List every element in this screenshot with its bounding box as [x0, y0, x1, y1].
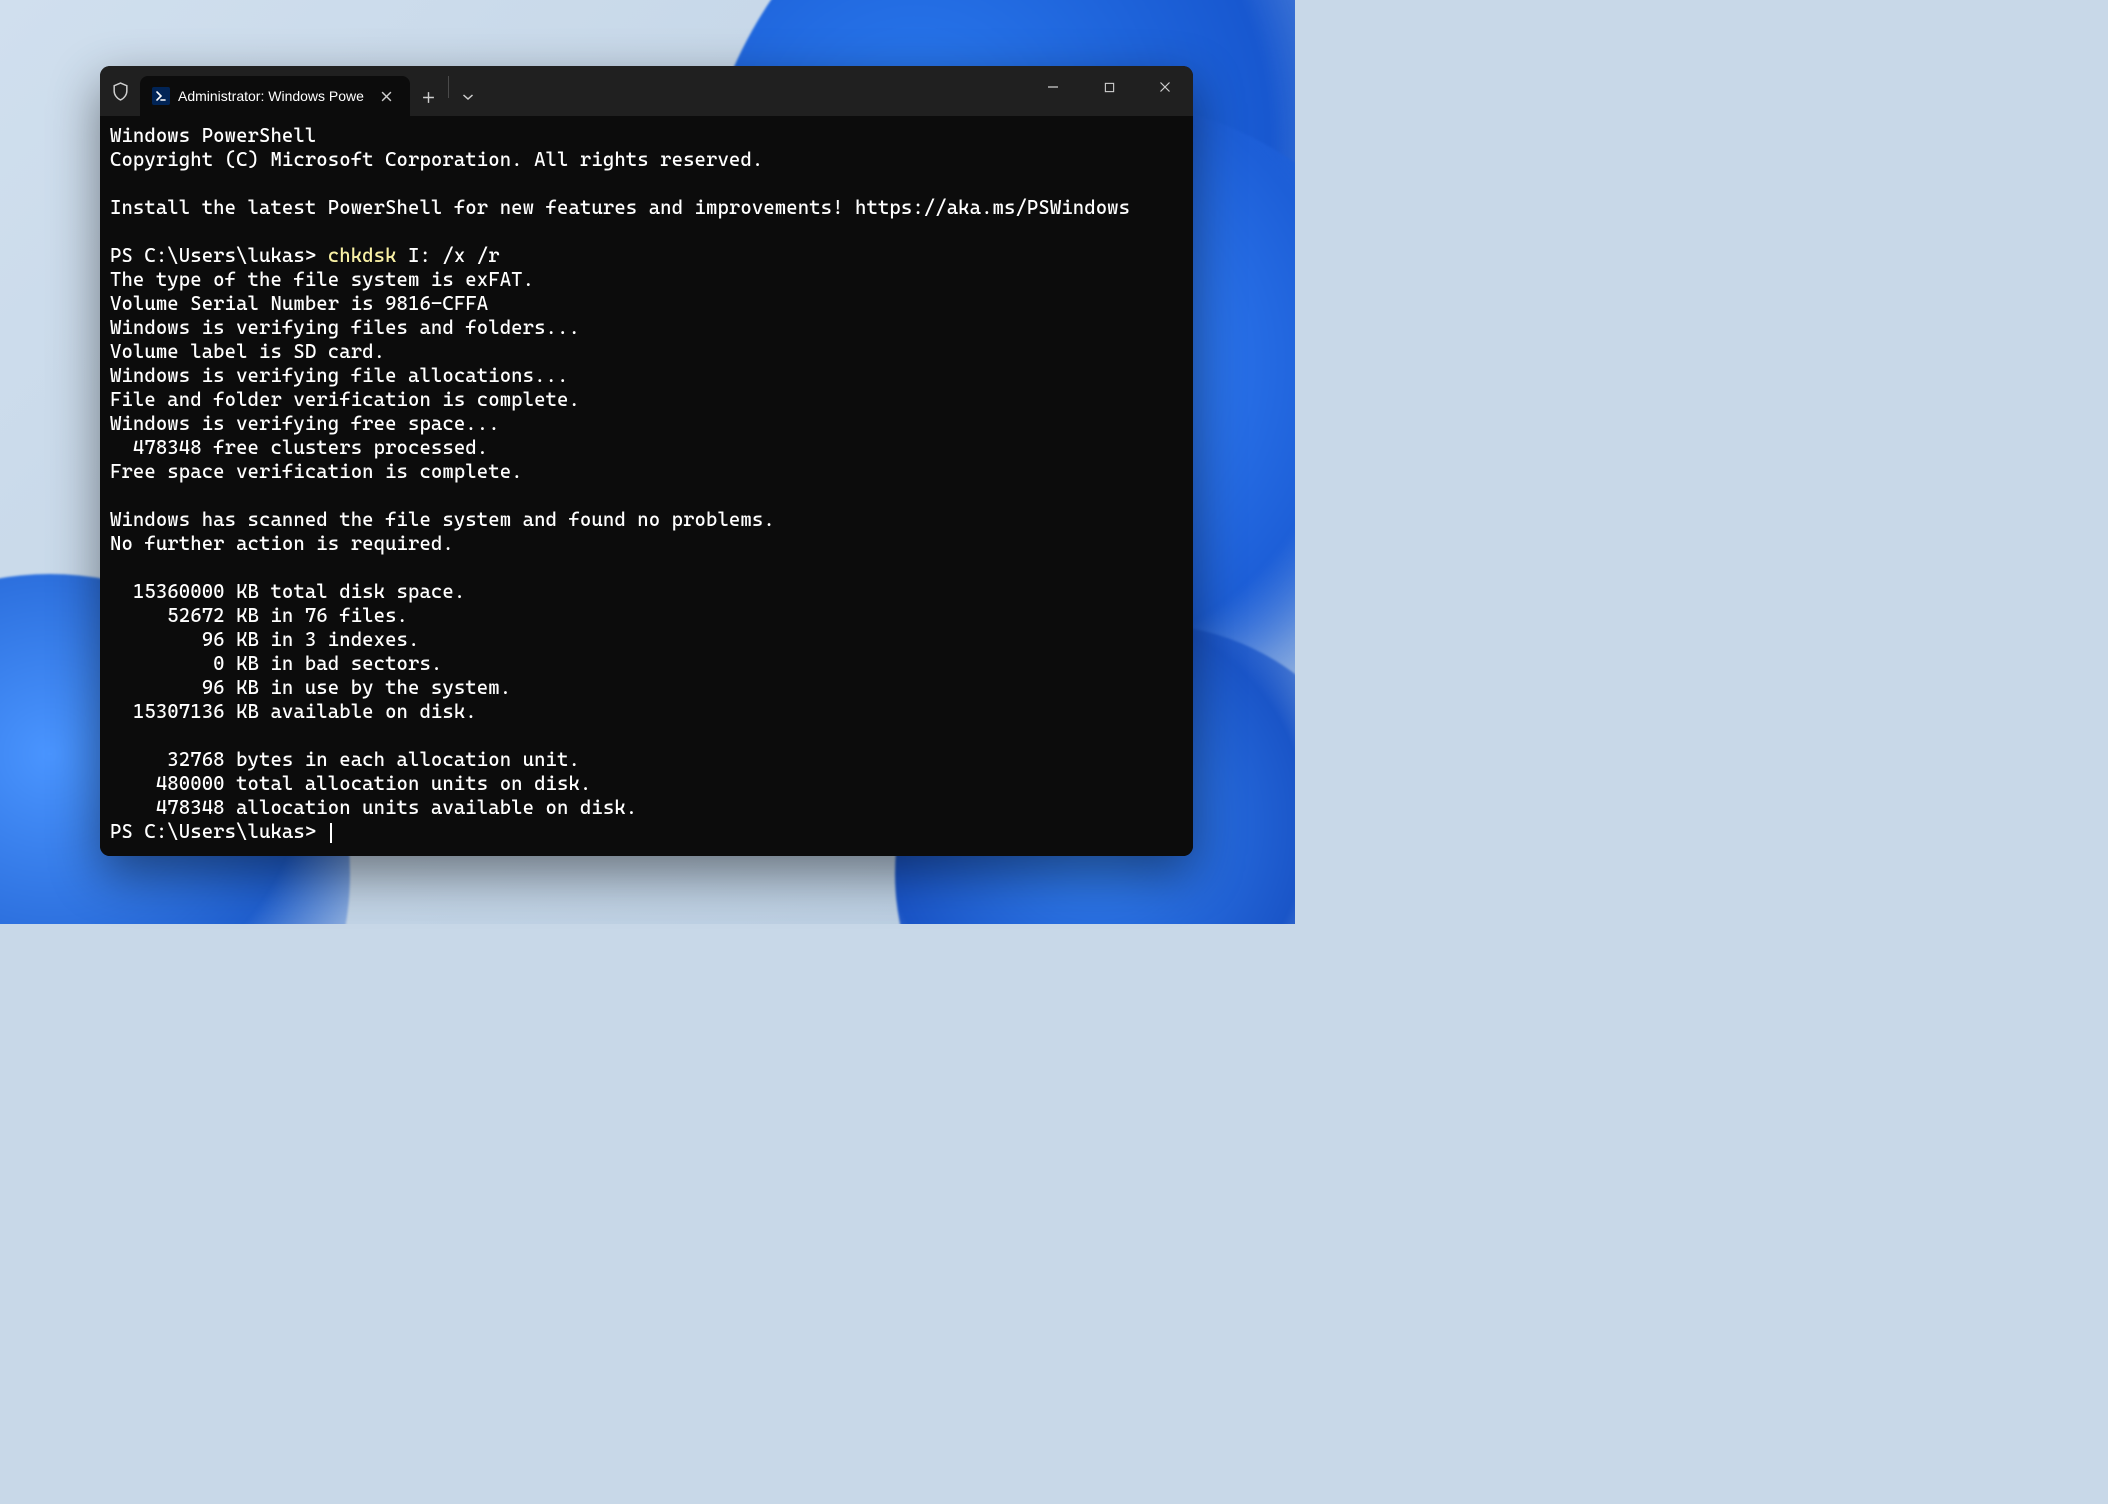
- new-tab-button[interactable]: [410, 78, 448, 116]
- terminal-line: Windows is verifying free space...: [110, 412, 500, 435]
- terminal-line: 0 KB in bad sectors.: [110, 652, 442, 675]
- maximize-button[interactable]: [1081, 66, 1137, 108]
- terminal-line: 96 KB in use by the system.: [110, 676, 511, 699]
- terminal-line: 478348 free clusters processed.: [110, 436, 488, 459]
- tab-dropdown-button[interactable]: [449, 78, 487, 116]
- terminal-line: 478348 allocation units available on dis…: [110, 796, 637, 819]
- tab-close-button[interactable]: [376, 85, 398, 107]
- terminal-line: No further action is required.: [110, 532, 454, 555]
- terminal-line: Volume label is SD card.: [110, 340, 385, 363]
- terminal-line: The type of the file system is exFAT.: [110, 268, 534, 291]
- titlebar[interactable]: Administrator: Windows Powe: [100, 66, 1193, 116]
- terminal-line: 15307136 KB available on disk.: [110, 700, 477, 723]
- admin-shield-icon: [100, 66, 140, 116]
- tab-powershell[interactable]: Administrator: Windows Powe: [140, 76, 410, 116]
- prompt-prefix: PS C:\Users\lukas>: [110, 244, 328, 267]
- terminal-line: 15360000 KB total disk space.: [110, 580, 465, 603]
- close-button[interactable]: [1137, 66, 1193, 108]
- tab-title: Administrator: Windows Powe: [178, 88, 364, 104]
- command-args: I: /x /r: [397, 244, 500, 267]
- terminal-line: 52672 KB in 76 files.: [110, 604, 408, 627]
- terminal-line: Free space verification is complete.: [110, 460, 523, 483]
- terminal-line: Install the latest PowerShell for new fe…: [110, 196, 1130, 219]
- prompt-prefix: PS C:\Users\lukas>: [110, 820, 328, 843]
- terminal-line: Windows is verifying files and folders..…: [110, 316, 580, 339]
- terminal-line: 480000 total allocation units on disk.: [110, 772, 591, 795]
- terminal-line: Windows PowerShell: [110, 124, 316, 147]
- terminal-line: 32768 bytes in each allocation unit.: [110, 748, 580, 771]
- terminal-line: 96 KB in 3 indexes.: [110, 628, 419, 651]
- terminal-output[interactable]: Windows PowerShell Copyright (C) Microso…: [100, 116, 1193, 856]
- powershell-icon: [152, 87, 170, 105]
- terminal-line: File and folder verification is complete…: [110, 388, 580, 411]
- command-name: chkdsk: [328, 244, 397, 267]
- minimize-button[interactable]: [1025, 66, 1081, 108]
- cursor: [330, 823, 332, 843]
- terminal-line: Windows is verifying file allocations...: [110, 364, 568, 387]
- terminal-line: Volume Serial Number is 9816-CFFA: [110, 292, 488, 315]
- terminal-window: Administrator: Windows Powe Windows Powe…: [100, 66, 1193, 856]
- terminal-line: Copyright (C) Microsoft Corporation. All…: [110, 148, 763, 171]
- terminal-line: Windows has scanned the file system and …: [110, 508, 775, 531]
